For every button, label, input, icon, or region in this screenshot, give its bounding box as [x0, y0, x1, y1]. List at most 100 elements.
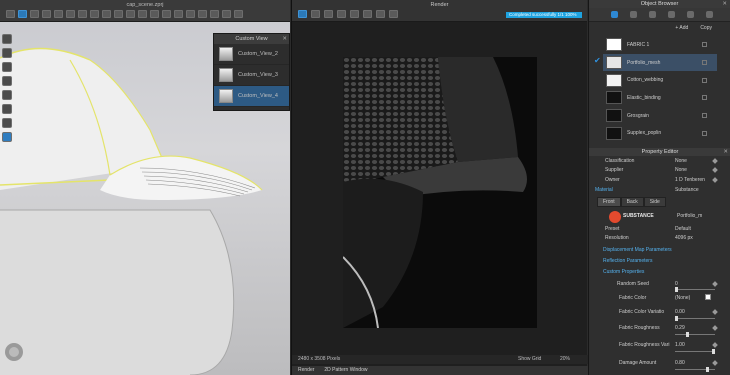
edit-pencil-icon[interactable]	[712, 308, 718, 315]
tab-trim-icon[interactable]	[706, 11, 713, 18]
add-button[interactable]: + Add	[675, 25, 688, 31]
render-light-icon[interactable]	[363, 10, 372, 18]
graphic-tool-icon[interactable]	[174, 10, 183, 18]
texture-tool-icon[interactable]	[114, 10, 123, 18]
material-type-select[interactable]: Substance	[675, 187, 699, 193]
owner-value[interactable]: 1 D Tenberen	[675, 177, 705, 183]
fabric-options-icon[interactable]	[702, 95, 707, 101]
settings-tool-icon[interactable]	[210, 10, 219, 18]
pen-icon[interactable]	[2, 62, 12, 72]
zoom-level[interactable]: 20%	[560, 356, 570, 362]
classification-value[interactable]: None	[675, 158, 687, 164]
close-icon[interactable]: ✕	[282, 34, 287, 44]
fabric-color-variation-slider[interactable]	[675, 316, 715, 321]
fabric-color-variation-value[interactable]: 0.00	[675, 309, 685, 315]
fold-tool-icon[interactable]	[54, 10, 63, 18]
custom-view-item[interactable]: Custom_View_3	[214, 65, 289, 86]
measure-tool-icon[interactable]	[90, 10, 99, 18]
3d-viewport[interactable]: cap_scene.zprj Custom View ✕ Custom_View…	[0, 0, 290, 375]
fabric-options-icon[interactable]	[702, 42, 707, 48]
custom-view-item[interactable]: Custom_View_2	[214, 44, 289, 65]
visibility-icon[interactable]	[2, 104, 12, 114]
view-tool-icon[interactable]	[222, 10, 231, 18]
random-seed-slider[interactable]	[675, 287, 715, 292]
close-icon[interactable]: ✕	[723, 148, 728, 156]
fabric-options-icon[interactable]	[702, 77, 707, 83]
random-seed-value[interactable]: 0	[675, 281, 678, 287]
render-start-icon[interactable]	[311, 10, 320, 18]
light-tool-icon[interactable]	[234, 10, 243, 18]
edit-pencil-icon[interactable]	[712, 176, 718, 183]
layer-icon[interactable]	[2, 118, 12, 128]
move-tool-icon[interactable]	[18, 10, 27, 18]
edit-pencil-icon[interactable]	[712, 359, 718, 366]
tab-2d-pattern-window[interactable]: 2D Pattern Window	[324, 366, 367, 375]
snapshot-tool-icon[interactable]	[186, 10, 195, 18]
fabric-list-item[interactable]: Portfolio_mesh	[603, 53, 717, 72]
show-grid-toggle[interactable]: Show Grid	[518, 356, 541, 362]
fabric-list-item[interactable]: FABRIC 1	[603, 36, 717, 54]
zipper-tool-icon[interactable]	[150, 10, 159, 18]
supplier-value[interactable]: None	[675, 167, 687, 173]
fabric-color-swatch[interactable]	[705, 294, 711, 300]
damage-amount-slider[interactable]	[675, 367, 715, 372]
slider-knob[interactable]	[712, 349, 715, 354]
avatar-tool-icon[interactable]	[102, 10, 111, 18]
tab-front[interactable]: Front	[597, 197, 621, 207]
render-settings-icon[interactable]	[389, 10, 398, 18]
edit-pencil-icon[interactable]	[712, 324, 718, 331]
slider-knob[interactable]	[706, 367, 709, 372]
simulate-icon[interactable]	[2, 48, 12, 58]
fabric-options-icon[interactable]	[702, 130, 707, 136]
tab-render[interactable]: Render	[298, 366, 314, 375]
edit-pencil-icon[interactable]	[712, 341, 718, 348]
tab-buttonhole-icon[interactable]	[649, 11, 656, 18]
pin-tool-icon[interactable]	[66, 10, 75, 18]
render-stop-icon[interactable]	[324, 10, 333, 18]
tab-fabric-icon[interactable]	[611, 11, 618, 18]
render-save-icon[interactable]	[337, 10, 346, 18]
substance-file-name[interactable]: Portfolio_m	[677, 213, 702, 219]
fabric-list-item[interactable]: Supplex_poplin	[603, 124, 717, 142]
fabric-roughness-variation-slider[interactable]	[675, 349, 715, 354]
tack-tool-icon[interactable]	[78, 10, 87, 18]
tab-back[interactable]: Back	[620, 197, 644, 207]
resolution-select[interactable]: 4096 px	[675, 235, 693, 241]
button-tool-icon[interactable]	[138, 10, 147, 18]
slider-knob[interactable]	[675, 316, 678, 321]
render-tool-icon[interactable]	[198, 10, 207, 18]
tab-graphic-icon[interactable]	[687, 11, 694, 18]
fill-icon[interactable]	[2, 90, 12, 100]
material-section[interactable]: Material	[595, 187, 613, 193]
tab-button-icon[interactable]	[630, 11, 637, 18]
fabric-roughness-slider[interactable]	[675, 332, 715, 337]
select-tool-icon[interactable]	[6, 10, 15, 18]
slider-knob[interactable]	[686, 332, 689, 337]
displacement-map-section[interactable]: Displacement Map Parameters	[603, 247, 672, 253]
fabric-list-item[interactable]: Elastic_binding	[603, 89, 717, 107]
display-mode-icon[interactable]	[2, 132, 12, 142]
slider-knob[interactable]	[675, 287, 678, 292]
fabric-roughness-value[interactable]: 0.29	[675, 325, 685, 331]
render-camera-icon[interactable]	[350, 10, 359, 18]
fabric-roughness-variation-value[interactable]: 1.00	[675, 342, 685, 348]
brush-icon[interactable]	[2, 76, 12, 86]
trim-tool-icon[interactable]	[162, 10, 171, 18]
fabric-options-icon[interactable]	[702, 113, 707, 119]
render-mode-icon[interactable]	[298, 10, 307, 18]
tab-topstitch-icon[interactable]	[668, 11, 675, 18]
close-icon[interactable]: ✕	[722, 0, 727, 8]
rotate-tool-icon[interactable]	[30, 10, 39, 18]
tab-side[interactable]: Side	[643, 197, 666, 207]
custom-view-item[interactable]: Custom_View_4	[214, 86, 289, 107]
edit-pencil-icon[interactable]	[712, 280, 718, 287]
edit-pencil-icon[interactable]	[712, 157, 718, 164]
render-environment-icon[interactable]	[376, 10, 385, 18]
render-canvas[interactable]	[343, 57, 537, 328]
copy-button[interactable]: Copy	[700, 25, 712, 31]
fabric-list-item[interactable]: Grosgrain	[603, 107, 717, 125]
damage-amount-value[interactable]: 0.80	[675, 360, 685, 366]
custom-properties-section[interactable]: Custom Properties	[603, 269, 644, 275]
topstitch-tool-icon[interactable]	[126, 10, 135, 18]
camera-icon[interactable]	[2, 34, 12, 44]
